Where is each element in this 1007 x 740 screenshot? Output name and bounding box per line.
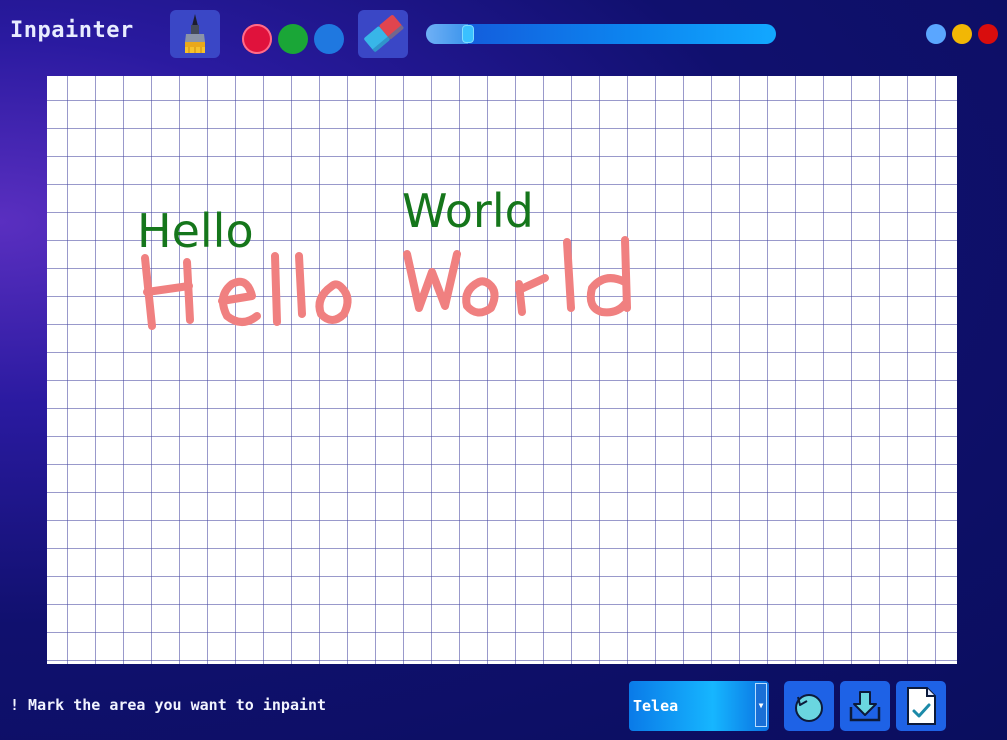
file-check-icon: [907, 687, 936, 725]
drawing-canvas[interactable]: Hello World: [47, 76, 957, 664]
color-swatch-green[interactable]: [278, 24, 308, 54]
color-swatch-blue[interactable]: [314, 24, 344, 54]
maximize-button[interactable]: [952, 24, 972, 44]
paintbrush-icon: [185, 14, 205, 53]
chevron-down-icon[interactable]: ▼: [755, 683, 767, 727]
brush-tool-button[interactable]: [170, 10, 220, 58]
color-swatch-red[interactable]: [242, 24, 272, 54]
save-button[interactable]: [840, 681, 890, 731]
minimize-button[interactable]: [926, 24, 946, 44]
app-title: Inpainter: [10, 18, 134, 43]
brush-size-slider[interactable]: [426, 24, 776, 44]
mask-strokes: [141, 236, 631, 330]
eraser-tool-button[interactable]: [358, 10, 408, 58]
reset-button[interactable]: [784, 681, 834, 731]
refresh-icon: [795, 694, 823, 722]
eraser-icon: [364, 15, 405, 53]
download-icon: [849, 691, 881, 722]
status-message: ! Mark the area you want to inpaint: [10, 696, 327, 714]
apply-button[interactable]: [896, 681, 946, 731]
top-toolbar: Inpainter: [0, 0, 1007, 68]
method-select-value: Telea: [633, 697, 679, 715]
close-button[interactable]: [978, 24, 998, 44]
method-select[interactable]: Telea ▼: [629, 681, 769, 731]
slider-handle[interactable]: [462, 25, 474, 43]
